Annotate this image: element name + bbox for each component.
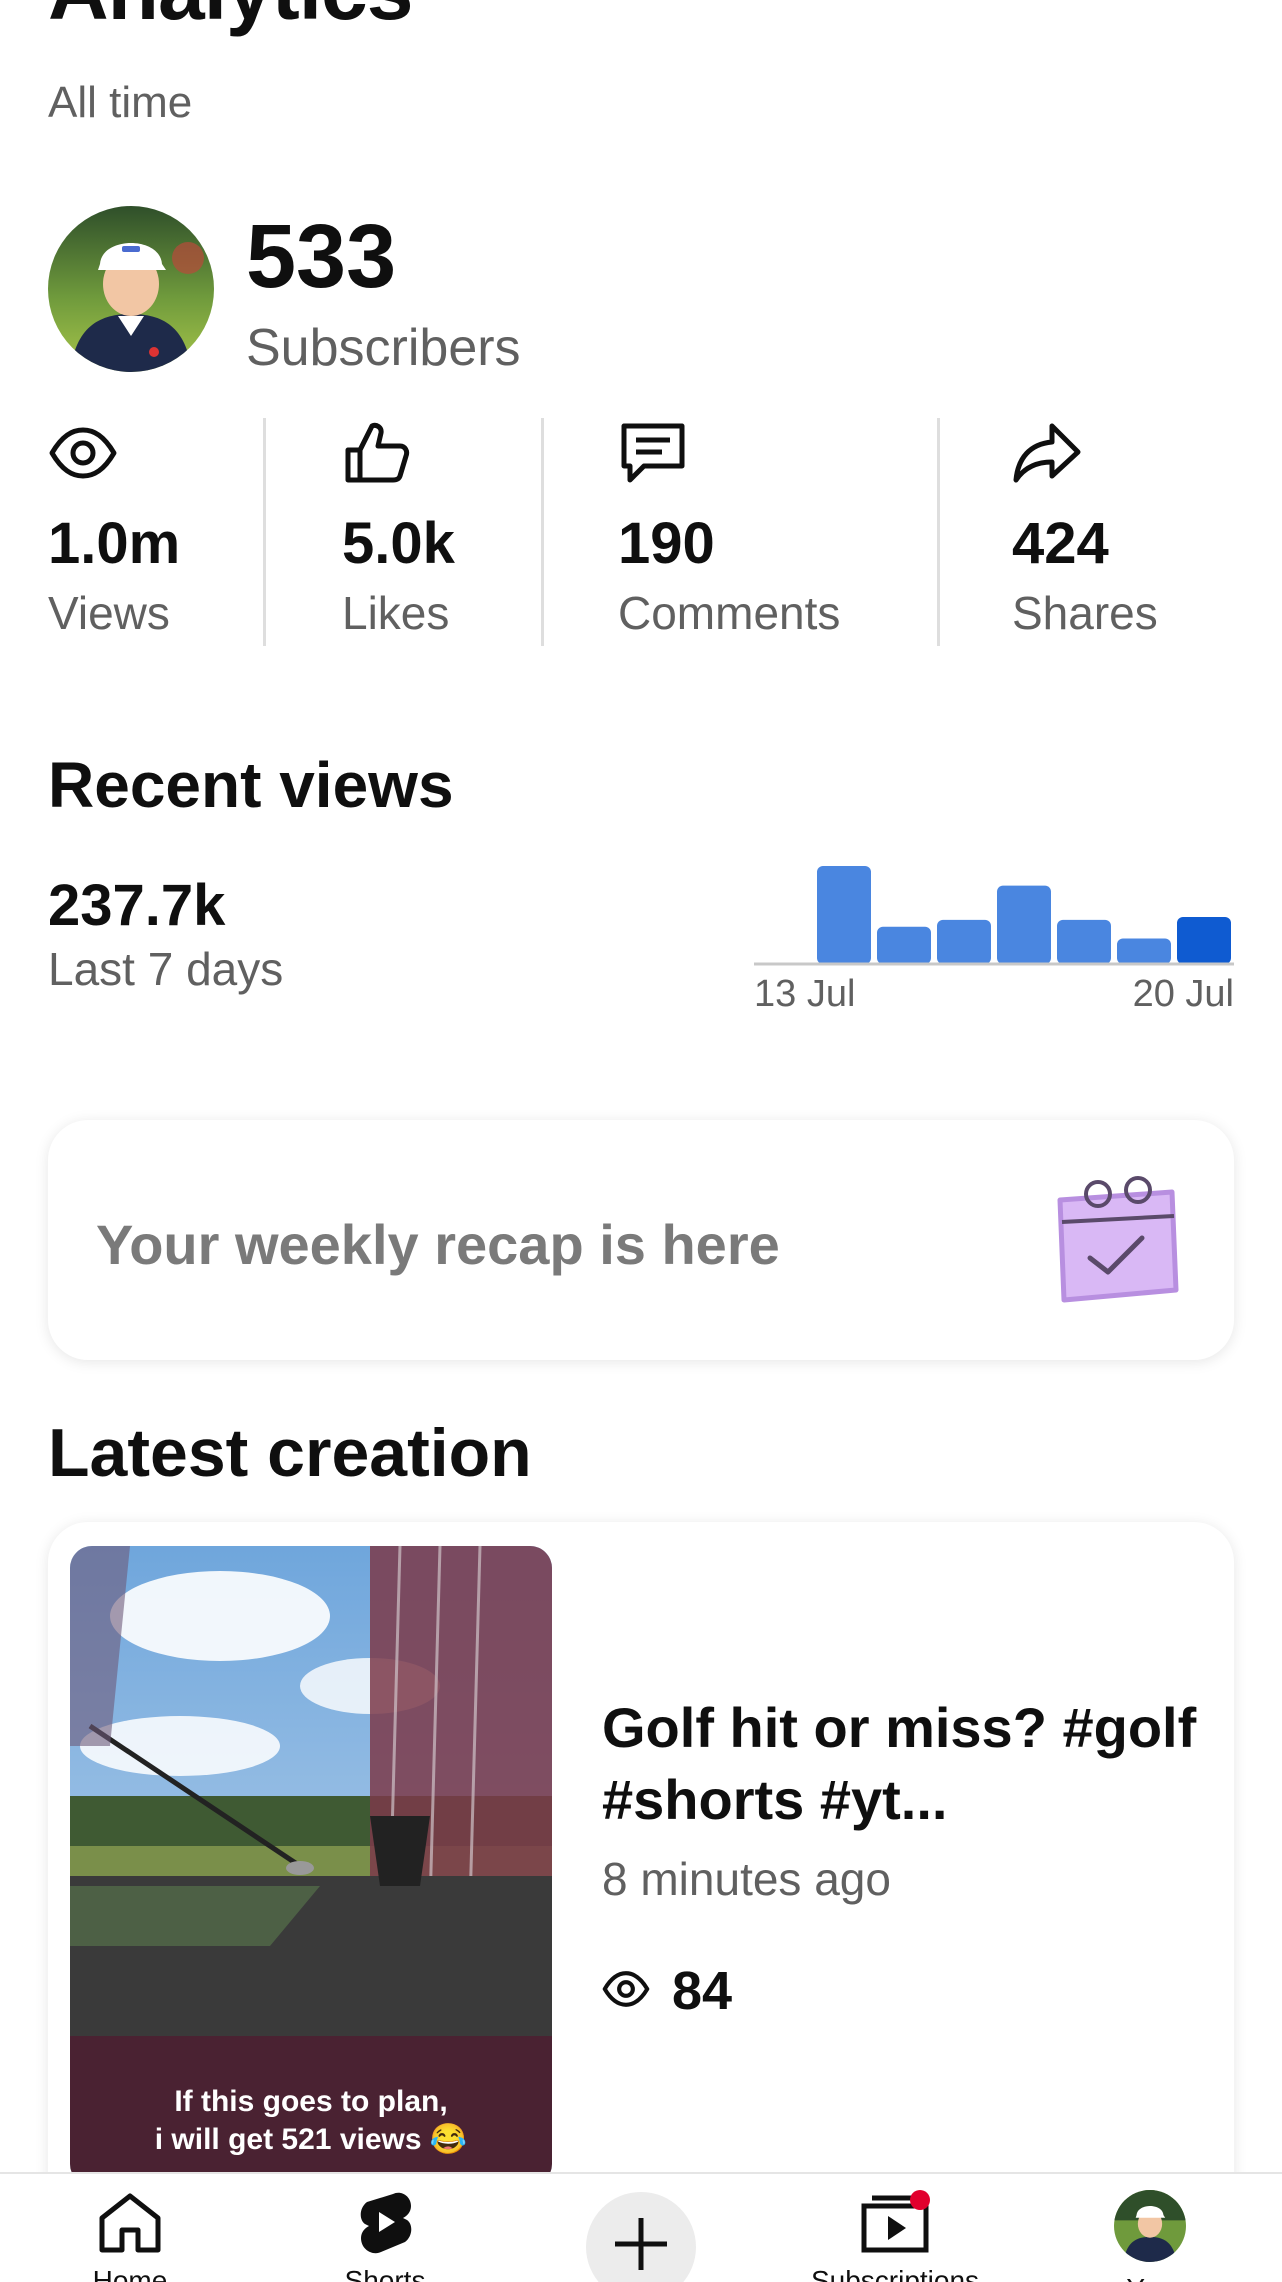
nav-shorts[interactable]: Shorts <box>285 2190 485 2282</box>
subscriber-label: Subscribers <box>246 319 521 377</box>
home-icon <box>94 2190 166 2259</box>
nav-shorts-label: Shorts <box>344 2265 426 2282</box>
stat-value: 424 <box>1012 511 1109 576</box>
stat-label: Views <box>48 587 170 639</box>
stat-value: 190 <box>618 511 715 576</box>
stat-shares[interactable]: 424 Shares <box>937 418 1234 646</box>
nav-home-label: Home <box>92 2265 168 2282</box>
eye-icon <box>48 418 118 488</box>
chart-bar-14-jul <box>817 866 871 964</box>
nav-home[interactable]: Home <box>30 2190 230 2282</box>
recent-views-heading: Recent views <box>48 749 454 821</box>
chart-bar-15-jul <box>877 926 931 964</box>
chart-bar-16-jul <box>937 919 991 964</box>
shorts-icon <box>353 2190 417 2259</box>
page-title: Analytics <box>48 0 413 32</box>
stat-value: 1.0m <box>48 511 181 576</box>
chart-tick-end: 20 Jul <box>1133 973 1234 1015</box>
bottom-nav: Home Shorts Subscriptions <box>0 2172 1282 2282</box>
stat-label: Likes <box>342 587 450 639</box>
subscriber-count: 533 <box>246 207 397 307</box>
stats-row: 1.0m Views 5.0k Likes 190 Comments 424 S… <box>48 418 1234 646</box>
video-view-count: 84 <box>672 1961 733 2021</box>
thumbs-up-icon <box>342 418 412 488</box>
stat-views[interactable]: 1.0m Views <box>48 418 263 646</box>
chart-bar-18-jul <box>1057 919 1111 964</box>
stat-label: Comments <box>618 587 841 639</box>
stat-label: Shares <box>1012 587 1158 639</box>
stat-likes[interactable]: 5.0k Likes <box>263 418 541 646</box>
period-label: All time <box>48 78 193 127</box>
avatar <box>1114 2190 1186 2267</box>
nav-subscriptions-label: Subscriptions <box>810 2265 980 2282</box>
stat-comments[interactable]: 190 Comments <box>541 418 937 646</box>
nav-subscriptions[interactable]: Subscriptions <box>795 2190 995 2282</box>
share-icon <box>1012 418 1082 488</box>
chart-tick-start: 13 Jul <box>754 973 855 1015</box>
recap-text: Your weekly recap is here <box>96 1213 780 1276</box>
video-thumbnail[interactable]: If this goes to plan, i will get 521 vie… <box>70 1546 552 2186</box>
latest-creation-heading: Latest creation <box>48 1415 532 1491</box>
thumbnail-caption-line2: i will get 521 views 😂 <box>155 2122 467 2156</box>
recent-views-period: Last 7 days <box>48 943 284 995</box>
chart-bar-17-jul <box>997 885 1051 964</box>
calendar-check-icon <box>1050 1172 1184 1306</box>
thumbnail-caption-line1: If this goes to plan, <box>174 2085 447 2118</box>
chart-bar-20-jul <box>1177 917 1231 964</box>
video-views: 84 <box>602 1960 732 2022</box>
chart-bar-19-jul <box>1117 938 1171 964</box>
recent-views-chart[interactable]: 13 Jul 20 Jul <box>754 860 1234 1020</box>
video-title[interactable]: Golf hit or miss? #golf #shorts #yt... <box>602 1692 1202 1836</box>
video-time: 8 minutes ago <box>602 1853 891 1905</box>
channel-avatar[interactable] <box>48 206 214 372</box>
weekly-recap-card[interactable]: Your weekly recap is here <box>48 1120 1234 1360</box>
eye-icon <box>602 1965 650 2018</box>
create-button[interactable] <box>586 2192 696 2282</box>
latest-video-card[interactable]: If this goes to plan, i will get 521 vie… <box>48 1522 1234 2282</box>
comment-icon <box>618 418 688 488</box>
plus-icon <box>611 2214 671 2279</box>
recent-views-value: 237.7k <box>48 873 226 938</box>
nav-you[interactable]: You <box>1050 2190 1250 2282</box>
subscriptions-icon <box>858 2190 932 2259</box>
stat-value: 5.0k <box>342 511 455 576</box>
nav-you-label: You <box>1126 2273 1173 2282</box>
